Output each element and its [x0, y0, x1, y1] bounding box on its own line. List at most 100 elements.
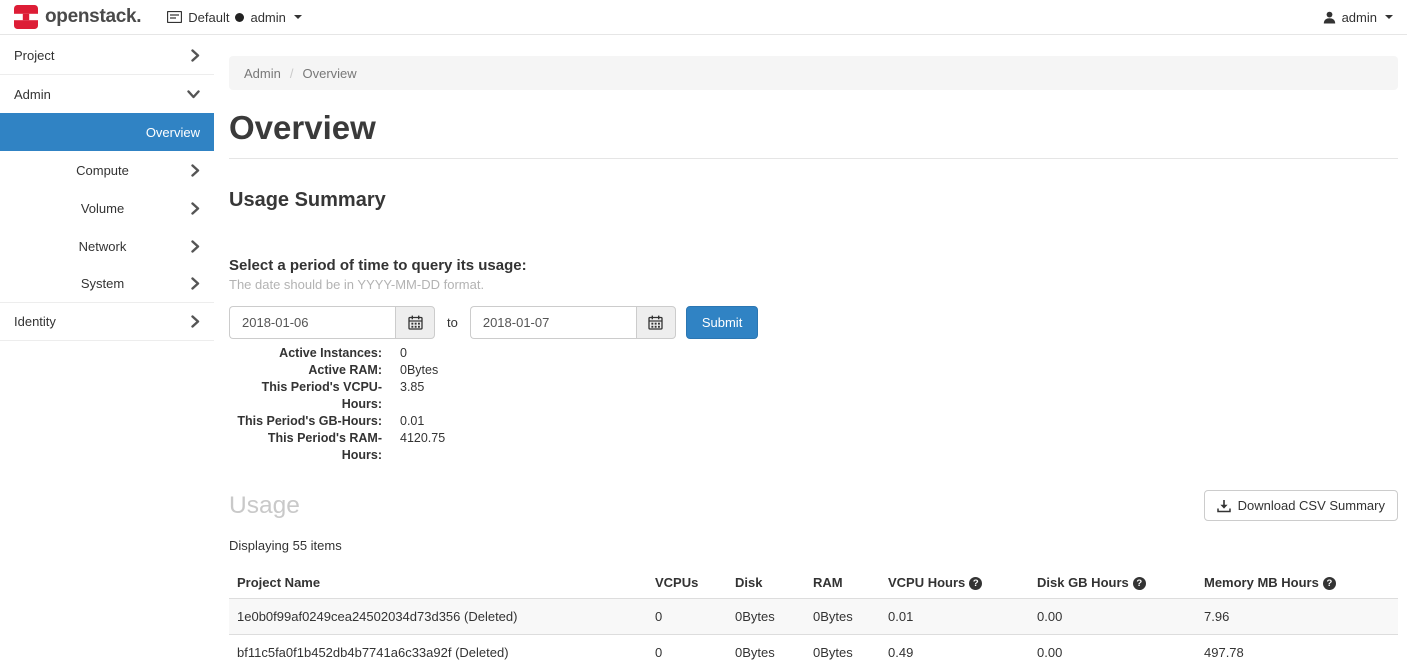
stat-label: Active RAM: [229, 362, 382, 379]
context-switcher[interactable]: Default admin [167, 10, 302, 25]
cell-disk: 0Bytes [727, 599, 805, 635]
cell-ram: 0Bytes [805, 635, 880, 670]
table-row: bf11c5fa0f1b452db4b7741a6c33a92f (Delete… [229, 635, 1398, 670]
usage-summary-heading: Usage Summary [229, 189, 1398, 211]
chevron-right-icon [191, 240, 200, 253]
cell-disk-gb-hours: 0.00 [1029, 635, 1196, 670]
col-project-name: Project Name [229, 567, 647, 599]
sidebar-item-label: Network [14, 239, 191, 254]
sidebar-item-label: System [14, 276, 191, 291]
cell-vcpu-hours: 0.49 [880, 635, 1029, 670]
question-circle-icon[interactable]: ? [1133, 577, 1146, 590]
items-count: Displaying 55 items [229, 538, 1398, 554]
project-label: admin [250, 10, 285, 25]
stat-active-ram: Active RAM: 0Bytes [229, 362, 1398, 379]
user-menu[interactable]: admin [1323, 10, 1393, 25]
sidebar-item-volume[interactable]: Volume [0, 189, 214, 227]
stat-value: 0.01 [400, 413, 424, 430]
cell-memory-mb-hours: 497.78 [1196, 635, 1398, 670]
chevron-right-icon [191, 49, 200, 62]
chevron-down-icon [187, 90, 200, 99]
date-from-input[interactable] [229, 306, 395, 339]
question-circle-icon[interactable]: ? [1323, 577, 1336, 590]
stat-active-instances: Active Instances: 0 [229, 345, 1398, 362]
cell-project-name: 1e0b0f99af0249cea24502034d73d356 (Delete… [229, 599, 647, 635]
usage-heading: Usage [229, 490, 300, 521]
date-to-input[interactable] [470, 306, 636, 339]
breadcrumb-item-admin: Admin [244, 66, 281, 81]
brand[interactable]: openstack. [14, 5, 141, 29]
breadcrumb-item-overview: Overview [302, 66, 356, 81]
stat-label: This Period's GB-Hours: [229, 413, 382, 430]
stat-value: 3.85 [400, 379, 424, 413]
breadcrumb: Admin / Overview [229, 56, 1398, 90]
chevron-right-icon [191, 164, 200, 177]
calendar-icon [648, 315, 663, 330]
sidebar-item-label: Identity [14, 314, 191, 329]
usage-table: Project Name VCPUs Disk RAM VCPU Hours? … [229, 567, 1398, 670]
title-divider [229, 158, 1398, 159]
sidebar-item-admin[interactable]: Admin [0, 75, 214, 113]
project-bullet-icon [235, 13, 244, 22]
user-icon [1323, 11, 1336, 24]
date-to-calendar-button[interactable] [636, 306, 676, 339]
sidebar-item-label: Project [14, 48, 191, 63]
stat-label: This Period's VCPU-Hours: [229, 379, 382, 413]
caret-down-icon [294, 15, 302, 19]
stat-value: 0Bytes [400, 362, 438, 379]
page-title: Overview [229, 110, 1398, 145]
caret-down-icon [1385, 15, 1393, 19]
col-memory-mb-hours: Memory MB Hours? [1196, 567, 1398, 599]
stat-label: This Period's RAM-Hours: [229, 430, 382, 464]
cell-ram: 0Bytes [805, 599, 880, 635]
date-from-calendar-button[interactable] [395, 306, 435, 339]
domain-label: Default [188, 10, 229, 25]
top-navbar: openstack. Default admin admin [0, 0, 1407, 35]
download-csv-label: Download CSV Summary [1238, 498, 1385, 513]
sidebar-item-project[interactable]: Project [0, 37, 214, 75]
cell-vcpu-hours: 0.01 [880, 599, 1029, 635]
sidebar-item-compute[interactable]: Compute [0, 151, 214, 189]
date-from-group [229, 306, 435, 339]
download-csv-button[interactable]: Download CSV Summary [1204, 490, 1398, 521]
cell-disk: 0Bytes [727, 635, 805, 670]
domain-icon [167, 11, 182, 23]
sidebar-item-network[interactable]: Network [0, 227, 214, 265]
usage-stats: Active Instances: 0 Active RAM: 0Bytes T… [229, 345, 1398, 464]
sidebar-item-overview[interactable]: Overview [0, 113, 214, 151]
chevron-right-icon [191, 315, 200, 328]
period-form-label: Select a period of time to query its usa… [229, 257, 1398, 275]
brand-name: openstack. [45, 6, 141, 28]
sidebar-item-system[interactable]: System [0, 265, 214, 303]
stat-ram-hours: This Period's RAM-Hours: 4120.75 [229, 430, 1398, 464]
stat-gb-hours: This Period's GB-Hours: 0.01 [229, 413, 1398, 430]
sidebar: Project Admin Overview Compute Volume [0, 35, 214, 670]
sidebar-item-label: Compute [14, 163, 191, 178]
cell-memory-mb-hours: 7.96 [1196, 599, 1398, 635]
stat-value: 0 [400, 345, 407, 362]
submit-button[interactable]: Submit [686, 306, 758, 339]
sidebar-item-label: Volume [14, 201, 191, 216]
date-range-form: to [229, 306, 1398, 339]
cell-project-name: bf11c5fa0f1b452db4b7741a6c33a92f (Delete… [229, 635, 647, 670]
col-vcpu-hours: VCPU Hours? [880, 567, 1029, 599]
download-icon [1217, 499, 1231, 513]
calendar-icon [408, 315, 423, 330]
to-label: to [447, 315, 458, 330]
sidebar-item-identity[interactable]: Identity [0, 303, 214, 341]
breadcrumb-separator: / [290, 66, 294, 81]
sidebar-item-label: Admin [14, 87, 187, 102]
col-disk: Disk [727, 567, 805, 599]
stat-vcpu-hours: This Period's VCPU-Hours: 3.85 [229, 379, 1398, 413]
question-circle-icon[interactable]: ? [969, 577, 982, 590]
stat-label: Active Instances: [229, 345, 382, 362]
period-form-hint: The date should be in YYYY-MM-DD format. [229, 277, 1398, 293]
table-header-row: Project Name VCPUs Disk RAM VCPU Hours? … [229, 567, 1398, 599]
main-content: Admin / Overview Overview Usage Summary … [214, 35, 1407, 670]
cell-vcpus: 0 [647, 599, 727, 635]
openstack-logo-icon [14, 5, 38, 29]
col-ram: RAM [805, 567, 880, 599]
usage-section-header: Usage Download CSV Summary [229, 490, 1398, 521]
cell-vcpus: 0 [647, 635, 727, 670]
chevron-right-icon [191, 277, 200, 290]
